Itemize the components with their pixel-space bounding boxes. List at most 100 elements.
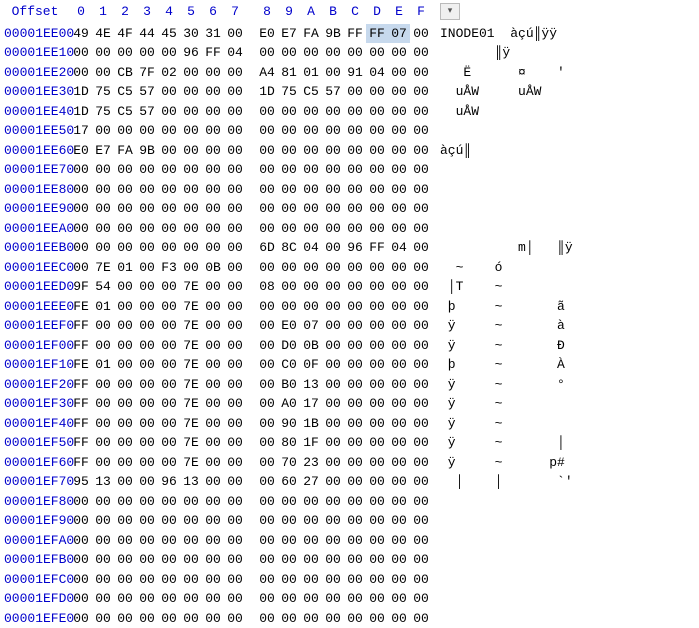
hex-byte[interactable]: 00 [410, 219, 432, 239]
hex-byte[interactable]: 96 [158, 472, 180, 492]
hex-byte[interactable]: 00 [366, 511, 388, 531]
hex-byte[interactable]: 00 [344, 297, 366, 317]
offset-cell[interactable]: 00001EE40 [0, 102, 70, 122]
hex-byte[interactable]: 00 [300, 297, 322, 317]
hex-byte[interactable]: 00 [300, 492, 322, 512]
hex-byte[interactable]: 00 [158, 141, 180, 161]
hex-byte[interactable]: 00 [158, 180, 180, 200]
hex-byte[interactable]: 00 [158, 121, 180, 141]
ascii-cell[interactable]: ÿ ~ à [432, 316, 699, 336]
hex-byte[interactable]: 00 [158, 414, 180, 434]
hex-byte[interactable]: 00 [388, 199, 410, 219]
hex-byte[interactable]: 00 [366, 609, 388, 628]
hex-byte[interactable]: 00 [278, 121, 300, 141]
hex-byte[interactable]: 8C [278, 238, 300, 258]
hex-byte[interactable]: 00 [256, 102, 278, 122]
hex-byte[interactable]: 00 [388, 531, 410, 551]
hex-byte[interactable]: 00 [256, 258, 278, 278]
offset-cell[interactable]: 00001EFD0 [0, 589, 70, 609]
hex-byte[interactable]: 00 [366, 219, 388, 239]
hex-byte[interactable]: 00 [344, 453, 366, 473]
hex-byte[interactable]: 00 [224, 414, 246, 434]
hex-byte[interactable]: 04 [300, 238, 322, 258]
offset-cell[interactable]: 00001EEB0 [0, 238, 70, 258]
hex-byte[interactable]: 00 [344, 394, 366, 414]
hex-byte[interactable]: 00 [344, 472, 366, 492]
hex-byte[interactable]: 0B [300, 336, 322, 356]
hex-byte[interactable]: 00 [322, 433, 344, 453]
ascii-cell[interactable]: uÅW [432, 102, 699, 122]
hex-byte[interactable]: 00 [92, 43, 114, 63]
hex-byte[interactable]: 7F [136, 63, 158, 83]
hex-byte[interactable]: 00 [180, 141, 202, 161]
hex-byte[interactable]: 00 [410, 82, 432, 102]
hex-byte[interactable]: 00 [114, 238, 136, 258]
ascii-cell[interactable] [432, 219, 699, 239]
hex-byte[interactable]: 00 [114, 550, 136, 570]
hex-byte[interactable]: 00 [180, 102, 202, 122]
hex-byte[interactable]: 54 [92, 277, 114, 297]
hex-byte[interactable]: 00 [366, 492, 388, 512]
hex-byte[interactable]: FF [70, 453, 92, 473]
hex-byte[interactable]: 00 [344, 336, 366, 356]
hex-byte[interactable]: 00 [410, 453, 432, 473]
hex-byte[interactable]: 00 [322, 63, 344, 83]
hex-byte[interactable]: 00 [256, 453, 278, 473]
hex-byte[interactable]: 00 [180, 160, 202, 180]
hex-byte[interactable]: 00 [180, 609, 202, 628]
hex-byte[interactable]: 00 [224, 160, 246, 180]
hex-byte[interactable]: 91 [344, 63, 366, 83]
hex-byte[interactable]: 00 [366, 531, 388, 551]
hex-byte[interactable]: 00 [366, 453, 388, 473]
hex-byte[interactable]: 00 [344, 180, 366, 200]
hex-byte[interactable]: 00 [180, 121, 202, 141]
hex-byte[interactable]: 00 [92, 180, 114, 200]
hex-byte[interactable]: 00 [344, 82, 366, 102]
offset-cell[interactable]: 00001EE60 [0, 141, 70, 161]
hex-byte[interactable]: E7 [92, 141, 114, 161]
hex-byte[interactable]: 00 [136, 511, 158, 531]
hex-byte[interactable]: FA [114, 141, 136, 161]
hex-byte[interactable]: 00 [256, 355, 278, 375]
hex-byte[interactable]: 9F [70, 277, 92, 297]
hex-byte[interactable]: 00 [256, 609, 278, 628]
hex-byte[interactable]: 00 [70, 199, 92, 219]
hex-byte[interactable]: 00 [92, 550, 114, 570]
hex-byte[interactable]: 00 [70, 511, 92, 531]
hex-byte[interactable]: 00 [202, 414, 224, 434]
hex-byte[interactable]: 00 [300, 550, 322, 570]
hex-byte[interactable]: 00 [344, 141, 366, 161]
hex-byte[interactable]: 00 [158, 433, 180, 453]
hex-byte[interactable]: 00 [136, 258, 158, 278]
hex-byte[interactable]: 00 [180, 531, 202, 551]
hex-byte[interactable]: 96 [180, 43, 202, 63]
hex-byte[interactable]: 00 [344, 375, 366, 395]
hex-byte[interactable]: 00 [410, 336, 432, 356]
hex-byte[interactable]: 0B [202, 258, 224, 278]
hex-byte[interactable]: 00 [70, 219, 92, 239]
hex-byte[interactable]: 00 [300, 219, 322, 239]
hex-byte[interactable]: 00 [202, 199, 224, 219]
hex-byte[interactable]: 00 [136, 531, 158, 551]
hex-byte[interactable]: 00 [410, 355, 432, 375]
hex-byte[interactable]: 1B [300, 414, 322, 434]
hex-byte[interactable]: 00 [70, 531, 92, 551]
hex-byte[interactable]: 00 [70, 550, 92, 570]
hex-byte[interactable]: 04 [224, 43, 246, 63]
hex-byte[interactable]: 00 [410, 238, 432, 258]
hex-byte[interactable]: 80 [278, 433, 300, 453]
hex-byte[interactable]: 00 [202, 121, 224, 141]
offset-cell[interactable]: 00001EE20 [0, 63, 70, 83]
hex-byte[interactable]: 00 [92, 375, 114, 395]
hex-byte[interactable]: 00 [344, 102, 366, 122]
hex-byte[interactable]: 7E [180, 355, 202, 375]
hex-byte[interactable]: 00 [224, 570, 246, 590]
hex-byte[interactable]: 00 [224, 199, 246, 219]
hex-byte[interactable]: 00 [114, 355, 136, 375]
hex-byte[interactable]: 00 [322, 102, 344, 122]
hex-byte[interactable]: 00 [158, 160, 180, 180]
hex-byte[interactable]: 00 [278, 277, 300, 297]
hex-byte[interactable]: 00 [224, 102, 246, 122]
hex-byte[interactable]: 00 [224, 609, 246, 628]
hex-byte[interactable]: 00 [70, 43, 92, 63]
